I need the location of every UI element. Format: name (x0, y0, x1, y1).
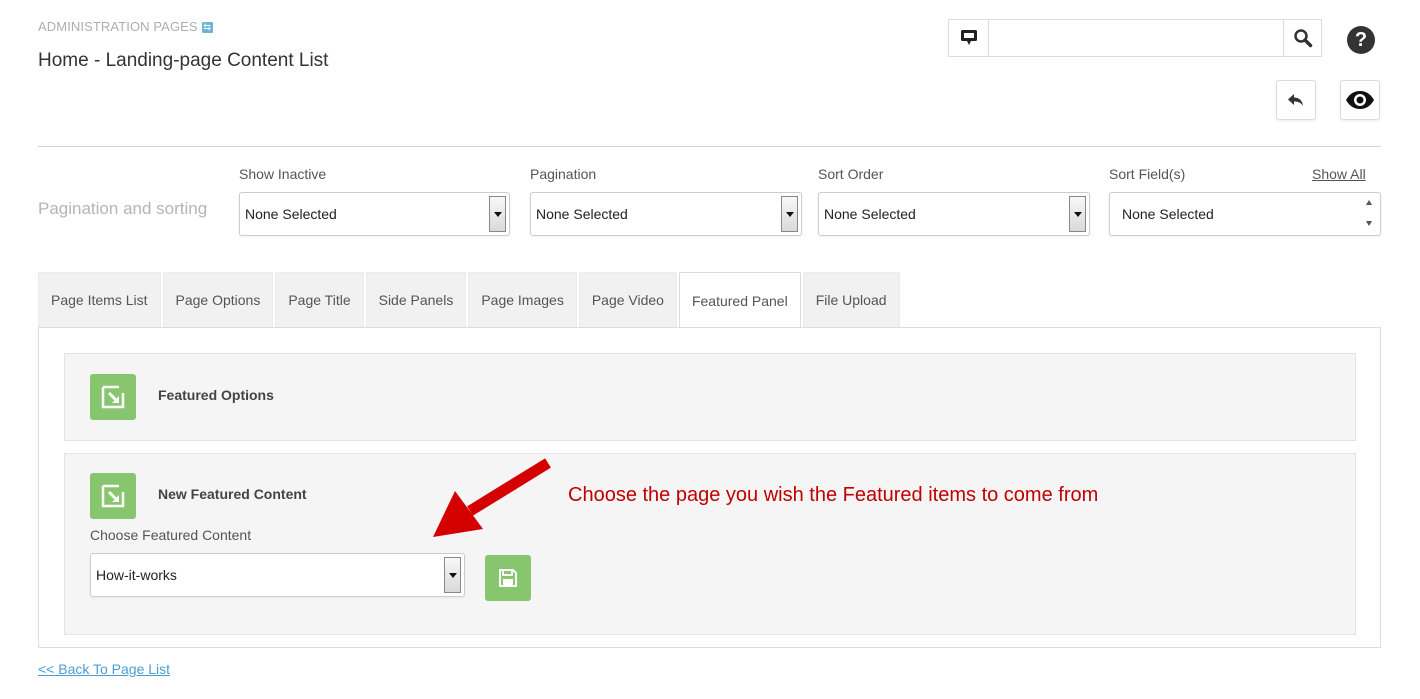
annotation-text: Choose the page you wish the Featured it… (568, 484, 1099, 506)
page-title: Home - Landing-page Content List (38, 50, 329, 71)
spinner-icon[interactable] (1362, 196, 1378, 232)
sort-order-value: None Selected (824, 206, 916, 222)
edit-icon[interactable] (90, 473, 136, 519)
tab-file-upload[interactable]: File Upload (802, 272, 900, 327)
show-inactive-label: Show Inactive (239, 166, 327, 182)
back-to-page-list-link[interactable]: << Back To Page List (38, 661, 170, 677)
new-featured-content-panel: New Featured Content Choose Featured Con… (64, 453, 1356, 635)
choose-featured-content-label: Choose Featured Content (90, 527, 252, 543)
chevron-down-icon[interactable] (489, 196, 506, 232)
search-icon (1293, 29, 1312, 48)
divider (38, 146, 1381, 147)
search-button[interactable] (1283, 20, 1321, 56)
undo-button[interactable] (1276, 80, 1316, 120)
sort-fields-label: Sort Field(s) (1109, 166, 1186, 182)
sort-fields-listbox[interactable]: None Selected (1109, 192, 1381, 236)
sort-order-select[interactable]: None Selected (818, 192, 1090, 236)
new-featured-content-title: New Featured Content (158, 486, 307, 502)
save-button[interactable] (485, 555, 531, 601)
section-label: ADMINISTRATION PAGES ⇆ (38, 19, 213, 34)
eye-icon (1346, 91, 1374, 109)
featured-content-select[interactable]: How-it-works (90, 553, 465, 597)
sort-fields-value: None Selected (1122, 206, 1214, 222)
pagination-value: None Selected (536, 206, 628, 222)
edit-icon[interactable] (90, 374, 136, 420)
section-badge-icon: ⇆ (201, 22, 213, 33)
search-box (948, 19, 1322, 57)
show-inactive-select[interactable]: None Selected (239, 192, 510, 236)
preview-button[interactable] (1340, 80, 1380, 120)
tab-page-items-list[interactable]: Page Items List (38, 272, 161, 327)
section-label-text: ADMINISTRATION PAGES (38, 19, 198, 34)
tab-bar: Page Items List Page Options Page Title … (38, 272, 902, 328)
chevron-down-icon[interactable] (781, 196, 798, 232)
help-icon[interactable]: ? (1347, 26, 1375, 54)
monitor-icon[interactable] (949, 20, 989, 56)
chevron-down-icon[interactable] (1069, 196, 1086, 232)
featured-content-value: How-it-works (96, 567, 177, 583)
featured-options-panel: Featured Options (64, 353, 1356, 441)
tab-page-video[interactable]: Page Video (578, 272, 677, 327)
pagination-select[interactable]: None Selected (530, 192, 802, 236)
featured-options-title: Featured Options (158, 387, 274, 403)
tab-page-options[interactable]: Page Options (162, 272, 274, 327)
show-all-link[interactable]: Show All (1312, 166, 1366, 182)
tab-featured-panel[interactable]: Featured Panel (678, 272, 801, 328)
search-input[interactable] (989, 20, 1283, 56)
pagination-label: Pagination (530, 166, 597, 182)
tab-page-title[interactable]: Page Title (275, 272, 364, 327)
show-inactive-value: None Selected (245, 206, 337, 222)
chevron-down-icon[interactable] (444, 557, 461, 593)
tab-page-images[interactable]: Page Images (468, 272, 577, 327)
sort-order-label: Sort Order (818, 166, 884, 182)
tab-side-panels[interactable]: Side Panels (365, 272, 467, 327)
save-icon (499, 569, 517, 587)
arrow-annotation (433, 458, 551, 537)
sorting-section-label: Pagination and sorting (38, 199, 208, 218)
undo-icon (1288, 94, 1303, 106)
